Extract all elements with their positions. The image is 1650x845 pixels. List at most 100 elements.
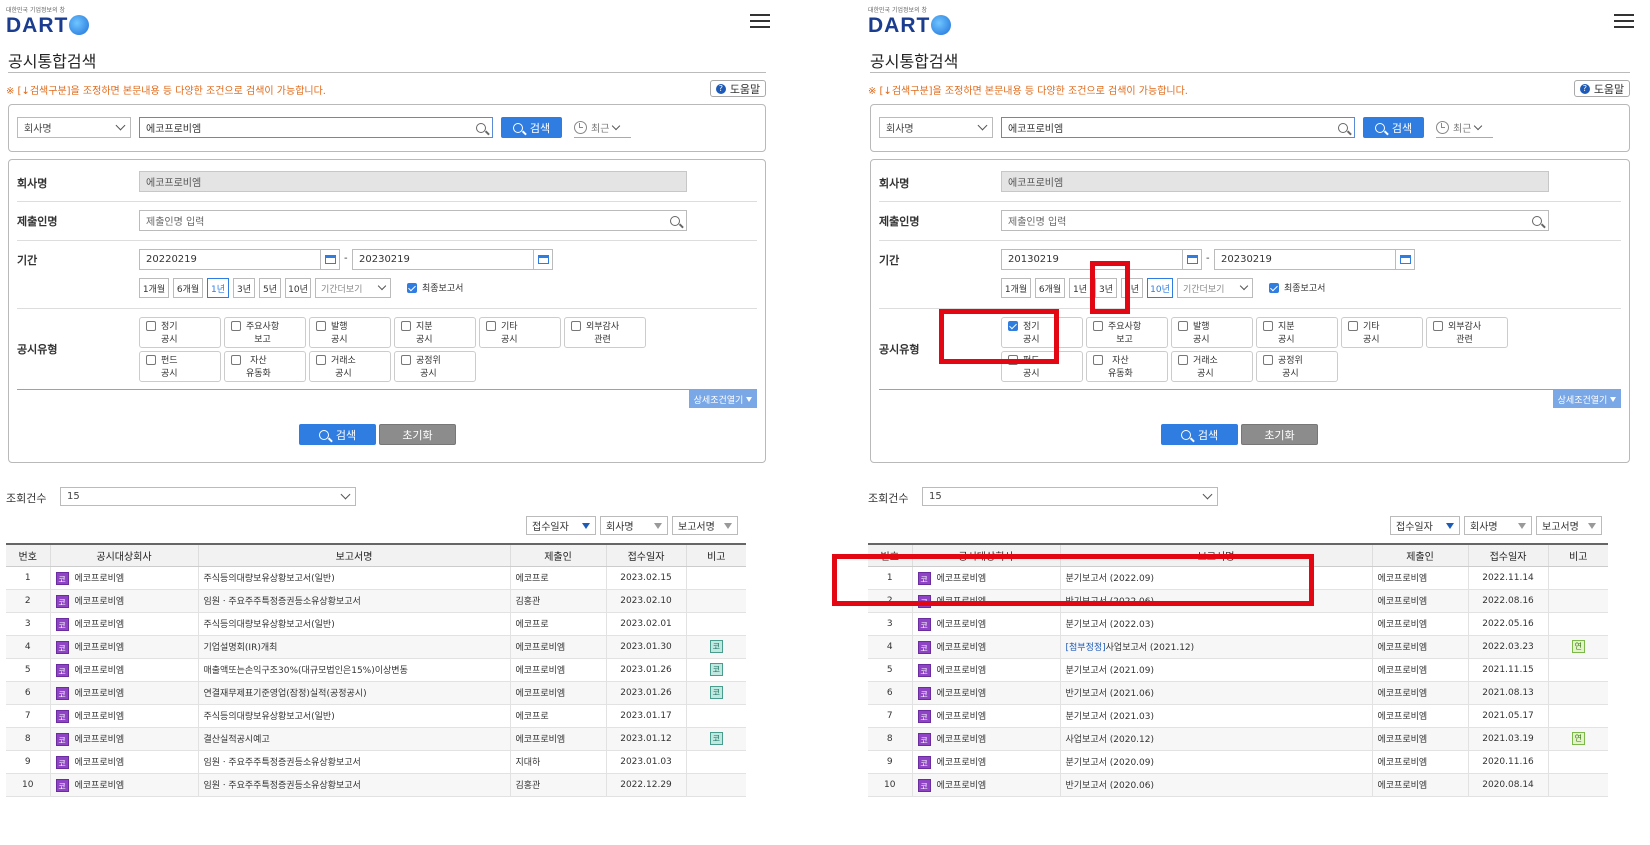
disclosure-type-9[interactable]: 공정위 공시 <box>1256 351 1338 382</box>
row-company[interactable]: 코 에코프로비엠 <box>49 727 198 751</box>
reset-button[interactable]: 초기화 <box>1241 424 1318 445</box>
search-input[interactable]: 에코프로비엠 <box>139 117 493 138</box>
period-more-select[interactable]: 기간더보기 <box>1177 278 1253 298</box>
sort-select-1[interactable]: 회사명 <box>600 516 668 535</box>
disclosure-type-8[interactable]: 거래소 공시 <box>1171 351 1253 382</box>
row-company[interactable]: 코 에코프로비엠 <box>911 727 1060 751</box>
hamburger-menu-icon[interactable] <box>750 14 770 28</box>
column-header[interactable]: 제출인 <box>1371 543 1468 567</box>
period-button-5[interactable]: 10년 <box>1147 278 1173 298</box>
row-company[interactable]: 코 에코프로비엠 <box>911 704 1060 728</box>
table-row[interactable]: 8 코 에코프로비엠 사업보고서 (2020.12) 에코프로비엠 2021.03.19 연 <box>868 727 1608 751</box>
recent-searches-button[interactable]: 최근 <box>574 118 631 138</box>
table-row[interactable]: 3 코 에코프로비엠 분기보고서 (2022.03) 에코프로비엠 2022.05.16 <box>868 612 1608 636</box>
submitter-input[interactable]: 제출인명 입력 <box>1001 210 1549 231</box>
disclosure-type-3[interactable]: 지분 공시 <box>394 317 476 348</box>
start-date-calendar-icon[interactable] <box>1182 249 1202 270</box>
row-company[interactable]: 코 에코프로비엠 <box>911 658 1060 682</box>
row-report[interactable]: 분기보고서 (2021.03) <box>1059 704 1372 728</box>
disclosure-type-0[interactable]: 정기 공시 <box>139 317 221 348</box>
start-date-calendar-icon[interactable] <box>320 249 340 270</box>
row-report[interactable]: 반기보고서 (2021.06) <box>1059 681 1372 705</box>
row-company[interactable]: 코 에코프로비엠 <box>49 612 198 636</box>
quick-search-button[interactable]: 검색 <box>1363 117 1424 138</box>
row-report[interactable]: 주식등의대량보유상황보고서(일반) <box>197 612 510 636</box>
final-report-checkbox[interactable]: 최종보고서 <box>407 281 463 294</box>
period-more-select[interactable]: 기간더보기 <box>315 278 391 298</box>
disclosure-type-3[interactable]: 지분 공시 <box>1256 317 1338 348</box>
disclosure-type-5[interactable]: 외부감사 관련 <box>564 317 646 348</box>
disclosure-type-7[interactable]: 자산 유동화 <box>224 351 306 382</box>
table-row[interactable]: 5 코 에코프로비엠 분기보고서 (2021.09) 에코프로비엠 2021.11.15 <box>868 658 1608 682</box>
period-button-1[interactable]: 6개월 <box>1035 278 1065 298</box>
column-header[interactable]: 비고 <box>685 543 746 567</box>
table-row[interactable]: 7 코 에코프로비엠 분기보고서 (2021.03) 에코프로비엠 2021.05.17 <box>868 704 1608 728</box>
row-company[interactable]: 코 에코프로비엠 <box>49 704 198 728</box>
column-header[interactable]: 보고서명 <box>197 543 510 567</box>
period-button-4[interactable]: 5년 <box>259 278 281 298</box>
table-row[interactable]: 1 코 에코프로비엠 주식등의대량보유상황보고서(일반) 에코프로 2023.02.15 <box>6 566 746 590</box>
end-date-input[interactable]: 20230219 <box>352 249 534 270</box>
help-button[interactable]: ? 도움말 <box>710 80 766 97</box>
sort-select-0[interactable]: 접수일자 <box>526 516 596 535</box>
sort-select-2[interactable]: 보고서명 <box>1536 516 1602 535</box>
disclosure-type-2[interactable]: 발행 공시 <box>1171 317 1253 348</box>
end-date-calendar-icon[interactable] <box>1395 249 1415 270</box>
row-company[interactable]: 코 에코프로비엠 <box>49 773 198 797</box>
row-report[interactable]: 반기보고서 (2020.06) <box>1059 773 1372 797</box>
period-button-2[interactable]: 1년 <box>1069 278 1091 298</box>
dart-logo[interactable]: 대한민국 기업정보의 창 DART <box>868 5 952 38</box>
reset-button[interactable]: 초기화 <box>379 424 456 445</box>
table-row[interactable]: 2 코 에코프로비엠 임원ㆍ주요주주특정증권등소유상황보고서 김홍관 2023.02.10 <box>6 589 746 613</box>
column-header[interactable]: 제출인 <box>509 543 606 567</box>
result-count-select[interactable]: 15 <box>922 487 1218 506</box>
table-row[interactable]: 10 코 에코프로비엠 임원ㆍ주요주주특정증권등소유상황보고서 김홍관 2022.12.2… <box>6 773 746 797</box>
row-report[interactable]: 임원ㆍ주요주주특정증권등소유상황보고서 <box>197 589 510 613</box>
disclosure-type-8[interactable]: 거래소 공시 <box>309 351 391 382</box>
row-report[interactable]: 임원ㆍ주요주주특정증권등소유상황보고서 <box>197 773 510 797</box>
table-row[interactable]: 8 코 에코프로비엠 결산실적공시예고 에코프로비엠 2023.01.12 코 <box>6 727 746 751</box>
search-type-select[interactable]: 회사명 <box>17 117 131 138</box>
row-report[interactable]: 분기보고서 (2022.03) <box>1059 612 1372 636</box>
row-report[interactable]: 주식등의대량보유상황보고서(일반) <box>197 566 510 590</box>
period-button-1[interactable]: 6개월 <box>173 278 203 298</box>
start-date-input[interactable]: 20220219 <box>139 249 321 270</box>
row-report[interactable]: 사업보고서 (2020.12) <box>1059 727 1372 751</box>
quick-search-button[interactable]: 검색 <box>501 117 562 138</box>
end-date-calendar-icon[interactable] <box>533 249 553 270</box>
row-company[interactable]: 코 에코프로비엠 <box>911 750 1060 774</box>
row-company[interactable]: 코 에코프로비엠 <box>911 612 1060 636</box>
period-button-3[interactable]: 3년 <box>233 278 255 298</box>
row-report[interactable]: [첨부정정]사업보고서 (2021.12) <box>1059 635 1372 659</box>
help-button[interactable]: ? 도움말 <box>1574 80 1630 97</box>
sort-select-2[interactable]: 보고서명 <box>672 516 738 535</box>
disclosure-type-6[interactable]: 펀드 공시 <box>139 351 221 382</box>
row-report[interactable]: 기업설명회(IR)개최 <box>197 635 510 659</box>
row-report[interactable]: 주식등의대량보유상황보고서(일반) <box>197 704 510 728</box>
row-company[interactable]: 코 에코프로비엠 <box>49 589 198 613</box>
row-report[interactable]: 분기보고서 (2021.09) <box>1059 658 1372 682</box>
disclosure-type-7[interactable]: 자산 유동화 <box>1086 351 1168 382</box>
row-company[interactable]: 코 에코프로비엠 <box>911 773 1060 797</box>
row-company[interactable]: 코 에코프로비엠 <box>911 635 1060 659</box>
end-date-input[interactable]: 20230219 <box>1214 249 1396 270</box>
search-type-select[interactable]: 회사명 <box>879 117 993 138</box>
table-row[interactable]: 6 코 에코프로비엠 반기보고서 (2021.06) 에코프로비엠 2021.08.13 <box>868 681 1608 705</box>
period-button-5[interactable]: 10년 <box>285 278 311 298</box>
table-row[interactable]: 4 코 에코프로비엠 [첨부정정]사업보고서 (2021.12) 에코프로비엠 2022.… <box>868 635 1608 659</box>
hamburger-menu-icon[interactable] <box>1614 14 1634 28</box>
row-company[interactable]: 코 에코프로비엠 <box>49 750 198 774</box>
search-submit-button[interactable]: 검색 <box>1161 424 1238 445</box>
column-header[interactable]: 번호 <box>6 543 50 567</box>
sort-select-1[interactable]: 회사명 <box>1464 516 1532 535</box>
table-row[interactable]: 10 코 에코프로비엠 반기보고서 (2020.06) 에코프로비엠 2020.08.14 <box>868 773 1608 797</box>
table-row[interactable]: 7 코 에코프로비엠 주식등의대량보유상황보고서(일반) 에코프로 2023.01.17 <box>6 704 746 728</box>
disclosure-type-1[interactable]: 주요사항 보고 <box>1086 317 1168 348</box>
submitter-input[interactable]: 제출인명 입력 <box>139 210 687 231</box>
period-button-0[interactable]: 1개월 <box>1001 278 1031 298</box>
table-row[interactable]: 3 코 에코프로비엠 주식등의대량보유상황보고서(일반) 에코프로 2023.02.01 <box>6 612 746 636</box>
disclosure-type-4[interactable]: 기타 공시 <box>1341 317 1423 348</box>
row-report[interactable]: 분기보고서 (2020.09) <box>1059 750 1372 774</box>
disclosure-type-1[interactable]: 주요사항 보고 <box>224 317 306 348</box>
column-header[interactable]: 비고 <box>1547 543 1608 567</box>
